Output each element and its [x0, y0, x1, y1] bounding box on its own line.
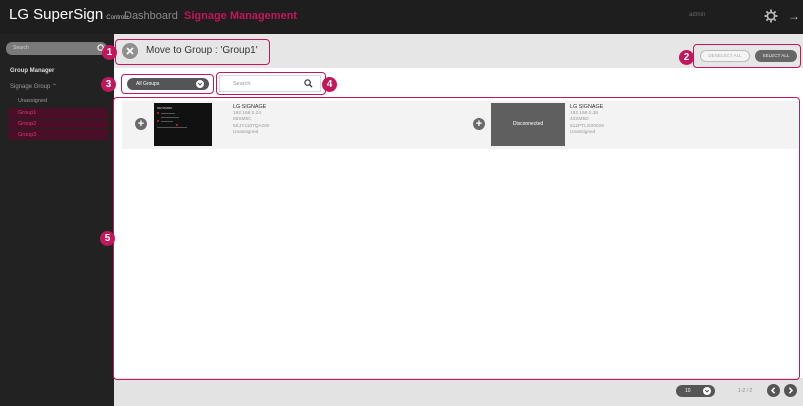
nav-dashboard[interactable]: Dashboard	[124, 10, 178, 22]
sidebar-item-group3[interactable]: Group3	[8, 130, 108, 140]
callout-frame-2	[693, 44, 801, 68]
callout-badge-3: 3	[101, 77, 116, 92]
nav-signage-management[interactable]: Signage Management	[184, 10, 297, 22]
sidebar-search-input[interactable]: Search	[6, 42, 107, 55]
app-logo: LG SuperSign Control+	[9, 6, 130, 23]
chevron-up-icon: ⌃	[52, 84, 58, 90]
callout-frame-4	[216, 72, 326, 95]
gear-icon[interactable]	[764, 9, 778, 23]
callout-frame-5	[113, 97, 800, 380]
sidebar-item-unassigned[interactable]: Unassigned	[14, 96, 108, 106]
next-page-button[interactable]	[784, 384, 797, 397]
sidebar-item-group2[interactable]: Group2	[8, 119, 108, 129]
callout-badge-1: 1	[102, 45, 117, 60]
signage-group-header[interactable]: Signage Group ⌃	[10, 83, 57, 90]
group-manager-title: Group Manager	[10, 68, 55, 74]
page-info: 1-2 / 2	[738, 388, 753, 394]
callout-badge-4: 4	[322, 77, 337, 92]
callout-frame-3	[121, 74, 214, 94]
callout-badge-5: 5	[100, 231, 115, 246]
chevron-right-icon	[788, 387, 794, 394]
chevron-left-icon	[770, 387, 776, 394]
user-name[interactable]: admin	[689, 12, 705, 18]
callout-badge-2: 2	[679, 50, 694, 65]
prev-page-button[interactable]	[767, 384, 780, 397]
logout-icon[interactable]: →	[788, 10, 800, 23]
app-window: LG SuperSign Control+ Dashboard Signage M…	[0, 0, 803, 406]
callout-frame-1	[115, 39, 270, 65]
sidebar-search-placeholder: Search	[13, 45, 29, 51]
chevron-down-icon	[703, 387, 711, 395]
sidebar-item-group1[interactable]: Group1	[8, 108, 108, 118]
